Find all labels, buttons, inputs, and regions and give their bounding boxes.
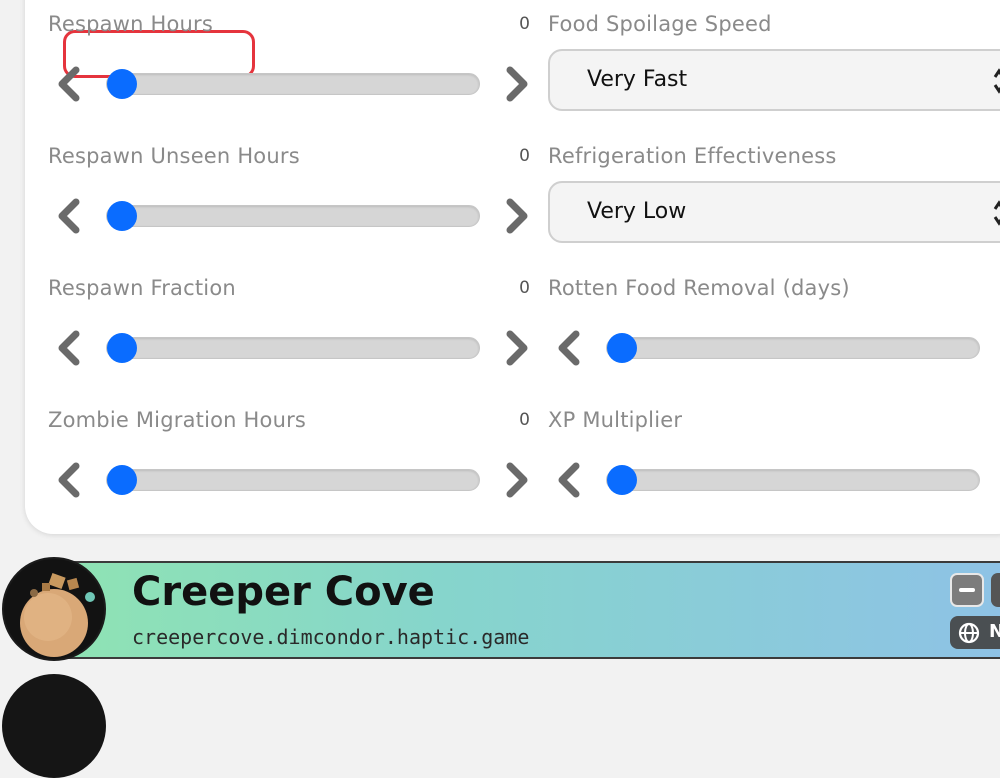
respawn-fraction-decrement-button[interactable] (56, 330, 84, 366)
chevron-right-icon (506, 66, 528, 102)
settings-panel: Respawn Hours 0 Food Spoilage Speed Very… (25, 0, 1000, 534)
respawn-hours-slider[interactable] (106, 69, 480, 99)
zombie-migration-hours-slider[interactable] (106, 465, 480, 495)
slider-thumb[interactable] (107, 333, 137, 363)
chevron-right-icon (506, 198, 528, 234)
food-spoilage-select[interactable]: Very Fast (548, 49, 1000, 111)
server-region-badge[interactable]: N (950, 616, 1000, 649)
slider-thumb[interactable] (107, 465, 137, 495)
server-avatar-image (20, 572, 95, 657)
slider-thumb[interactable] (607, 465, 637, 495)
zombie-migration-hours-value: 0 (519, 410, 530, 430)
respawn-fraction-increment-button[interactable] (502, 330, 530, 366)
respawn-fraction-label: Respawn Fraction (48, 276, 236, 300)
chevron-left-icon (58, 330, 80, 366)
respawn-hours-label: Respawn Hours (48, 12, 213, 36)
next-server-avatar (2, 674, 106, 778)
server-avatar (2, 557, 106, 661)
respawn-fraction-slider[interactable] (106, 333, 480, 363)
respawn-hours-decrement-button[interactable] (56, 66, 84, 102)
chevron-left-icon (558, 462, 580, 498)
rotten-food-removal-decrement-button[interactable] (556, 330, 584, 366)
chevron-left-icon (58, 198, 80, 234)
select-updown-icon (993, 68, 1000, 94)
refrigeration-label: Refrigeration Effectiveness (548, 144, 837, 168)
chevron-right-icon (506, 330, 528, 366)
select-updown-icon (993, 200, 1000, 226)
refrigeration-selected: Very Low (587, 199, 687, 224)
rotten-food-removal-label: Rotten Food Removal (days) (548, 276, 850, 300)
chevron-left-icon (558, 330, 580, 366)
globe-icon (958, 622, 980, 644)
respawn-unseen-hours-increment-button[interactable] (502, 198, 530, 234)
respawn-hours-increment-button[interactable] (502, 66, 530, 102)
zombie-migration-hours-label: Zombie Migration Hours (48, 408, 307, 432)
server-action-button[interactable] (991, 573, 1000, 607)
refrigeration-select[interactable]: Very Low (548, 181, 1000, 243)
slider-thumb[interactable] (107, 201, 137, 231)
settings-scroll-area[interactable]: Respawn Hours 0 Food Spoilage Speed Very… (25, 0, 1000, 510)
xp-multiplier-decrement-button[interactable] (556, 462, 584, 498)
xp-multiplier-label: XP Multiplier (548, 408, 683, 432)
respawn-hours-value: 0 (519, 14, 530, 34)
collapse-button[interactable] (950, 573, 984, 607)
slider-thumb[interactable] (607, 333, 637, 363)
respawn-unseen-hours-label: Respawn Unseen Hours (48, 144, 300, 168)
respawn-hours-highlight (63, 30, 255, 78)
zombie-migration-hours-increment-button[interactable] (502, 462, 530, 498)
rotten-food-removal-slider[interactable] (606, 333, 980, 363)
xp-multiplier-slider[interactable] (606, 465, 980, 495)
server-region-text: N (989, 621, 1000, 642)
server-name: Creeper Cove (132, 569, 435, 615)
respawn-unseen-hours-decrement-button[interactable] (56, 198, 84, 234)
chevron-left-icon (58, 462, 80, 498)
food-spoilage-selected: Very Fast (587, 67, 688, 92)
zombie-migration-hours-decrement-button[interactable] (56, 462, 84, 498)
food-spoilage-label: Food Spoilage Speed (548, 12, 772, 36)
chevron-right-icon (506, 462, 528, 498)
slider-thumb[interactable] (107, 69, 137, 99)
respawn-fraction-value: 0 (519, 278, 530, 298)
server-host[interactable]: creepercove.dimcondor.haptic.game (132, 625, 529, 649)
respawn-unseen-hours-value: 0 (519, 146, 530, 166)
respawn-unseen-hours-slider[interactable] (106, 201, 480, 231)
chevron-left-icon (58, 66, 80, 102)
